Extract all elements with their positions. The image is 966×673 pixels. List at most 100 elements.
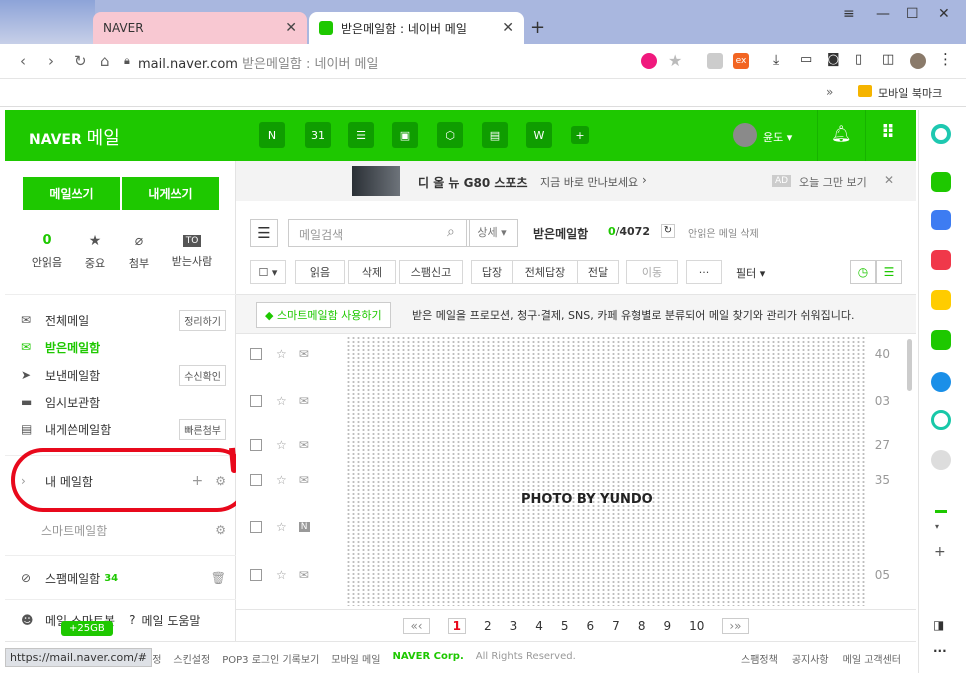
page-link[interactable]: 5 xyxy=(561,619,569,633)
bell-icon[interactable]: 🔔︎ xyxy=(831,124,851,143)
organize-button[interactable]: 정리하기 xyxy=(179,309,226,331)
next-page-icon[interactable]: ›» xyxy=(722,617,749,634)
star-icon[interactable]: ☆ xyxy=(276,473,287,487)
more-icon[interactable]: ··· xyxy=(933,644,947,658)
folder-inbox[interactable]: ✉ 받은메일함 xyxy=(21,334,226,360)
scrollbar[interactable] xyxy=(907,339,912,391)
ad-banner[interactable]: 디 올 뉴 G80 스포츠 지금 바로 만나보세요 › AD 오늘 그만 보기 … xyxy=(236,161,916,201)
write-mail-button[interactable]: 메일쓰기 xyxy=(23,177,120,210)
user-avatar[interactable] xyxy=(733,123,757,147)
close-icon[interactable]: ✕ xyxy=(285,20,297,36)
page-link[interactable]: 4 xyxy=(535,619,543,633)
write-self-button[interactable]: 내게쓰기 xyxy=(122,177,219,210)
row-checkbox[interactable] xyxy=(250,521,262,533)
back-icon[interactable]: ‹ xyxy=(20,52,26,70)
detail-search-button[interactable]: 상세 ▾ xyxy=(466,219,518,247)
footer-link[interactable]: 스팸정책 xyxy=(741,651,778,666)
search-input[interactable]: 메일검색 ⌕ xyxy=(288,219,470,247)
spam-report-button[interactable]: 스팸신고 xyxy=(399,260,463,284)
sidebar-app-icon[interactable] xyxy=(931,250,951,270)
download-icon[interactable]: ⤓ xyxy=(773,52,779,68)
page-link[interactable]: 8 xyxy=(638,619,646,633)
page-link[interactable]: 2 xyxy=(484,619,492,633)
more-button[interactable]: ··· xyxy=(686,260,722,284)
list-view-icon[interactable]: ☰ xyxy=(876,260,902,284)
sidebar-app-icon[interactable] xyxy=(931,172,951,192)
menu-icon[interactable]: ⋮ xyxy=(938,50,953,68)
extension-icon[interactable] xyxy=(707,53,723,69)
row-checkbox[interactable] xyxy=(250,569,262,581)
app-mail-icon[interactable]: N xyxy=(259,122,285,148)
grid-menu-icon[interactable]: ⠿ xyxy=(881,122,895,143)
sidebar-app-icon[interactable] xyxy=(931,330,951,350)
reply-all-button[interactable]: 전체답장 xyxy=(512,260,578,284)
folder-drafts[interactable]: ▬ 임시보관함 xyxy=(21,389,226,415)
new-tab-button[interactable]: + xyxy=(530,17,545,38)
app-more-icon[interactable]: + xyxy=(571,126,589,144)
ad-hide-today[interactable]: 오늘 그만 보기 xyxy=(799,174,867,190)
quick-important[interactable]: ★ 중요 xyxy=(72,233,118,271)
star-icon[interactable]: ★ xyxy=(668,51,682,70)
trash-icon[interactable]: 🗑︎ xyxy=(211,571,226,585)
reader-icon[interactable]: ▯ xyxy=(855,52,862,67)
naver-mail-logo[interactable]: NAVER 메일 xyxy=(29,124,120,150)
first-page-icon[interactable]: «‹ xyxy=(403,617,430,634)
filter-button[interactable]: 필터 ▾ xyxy=(736,265,765,281)
quick-to[interactable]: TO 받는사람 xyxy=(169,233,215,269)
sidebar-app-icon[interactable] xyxy=(931,372,951,392)
page-link[interactable]: 10 xyxy=(689,619,704,633)
app-box-icon[interactable]: ⬡ xyxy=(437,122,463,148)
footer-link[interactable]: 메일 고객센터 xyxy=(843,651,901,666)
star-icon[interactable]: ☆ xyxy=(276,568,287,582)
forward-button[interactable]: 전달 xyxy=(577,260,619,284)
page-link[interactable]: 7 xyxy=(612,619,620,633)
tab-mail[interactable]: 받은메일함 : 네이버 메일 ✕ xyxy=(309,12,524,44)
quick-unread[interactable]: 0 안읽음 xyxy=(24,233,70,270)
menu-icon[interactable]: ☰ xyxy=(250,219,278,247)
move-button[interactable]: 이동 xyxy=(626,260,678,284)
user-name[interactable]: 윤도 ▾ xyxy=(763,129,792,145)
quick-attach[interactable]: ⌀ 첨부 xyxy=(116,233,162,271)
folder-spam[interactable]: ⊘ 스팸메일함 34 🗑︎ xyxy=(21,565,226,591)
bookmark-mobile[interactable]: 모바일 북마크 xyxy=(878,85,942,101)
row-checkbox[interactable] xyxy=(250,348,262,360)
star-icon[interactable]: ☆ xyxy=(276,394,287,408)
sidebar-app-icon[interactable] xyxy=(931,450,951,470)
window-close-button[interactable]: ✕ xyxy=(938,6,950,22)
pocket-icon[interactable] xyxy=(641,53,657,69)
row-checkbox[interactable] xyxy=(250,439,262,451)
search-icon[interactable]: ⌕ xyxy=(447,224,455,240)
sidebar-icon[interactable]: ◫ xyxy=(882,52,894,67)
folder-sent[interactable]: ➤ 보낸메일함 수신확인 xyxy=(21,362,226,388)
chevron-down-icon[interactable]: ▾ xyxy=(935,522,939,531)
camera-icon[interactable]: ◙ xyxy=(827,52,840,67)
video-icon[interactable]: ▭ xyxy=(800,52,812,67)
row-checkbox[interactable] xyxy=(250,395,262,407)
app-calendar-icon[interactable]: 31 xyxy=(305,122,331,148)
minimize-button[interactable]: — xyxy=(876,6,890,22)
star-icon[interactable]: ☆ xyxy=(276,520,287,534)
app-works-icon[interactable]: W xyxy=(526,122,552,148)
home-icon[interactable]: ⌂ xyxy=(100,52,110,70)
folder-all[interactable]: ✉ 전체메일 정리하기 xyxy=(21,307,226,333)
star-icon[interactable]: ☆ xyxy=(276,347,287,361)
url-field[interactable]: mail.naver.com 받은메일함 : 네이버 메일 xyxy=(138,53,378,72)
read-receipt-button[interactable]: 수신확인 xyxy=(179,364,226,386)
panel-toggle-icon[interactable]: ◨ xyxy=(933,618,944,632)
clock-icon[interactable]: ◷ xyxy=(850,260,876,284)
star-icon[interactable]: ☆ xyxy=(276,438,287,452)
close-icon[interactable]: ✕ xyxy=(502,20,514,36)
delete-button[interactable]: 삭제 xyxy=(348,260,396,284)
footer-link[interactable]: 스킨설정 xyxy=(173,651,210,666)
more-bookmarks-icon[interactable]: » xyxy=(826,85,833,99)
add-icon[interactable]: + xyxy=(934,544,946,560)
app-contacts-icon[interactable]: ▣ xyxy=(392,122,418,148)
delete-unread-link[interactable]: 안읽은 메일 삭제 xyxy=(688,225,759,240)
sidebar-app-icon[interactable] xyxy=(931,210,951,230)
footer-link[interactable]: POP3 로그인 기록보기 xyxy=(222,651,319,666)
reply-button[interactable]: 답장 xyxy=(471,260,513,284)
close-icon[interactable]: ✕ xyxy=(884,173,894,187)
folder-self[interactable]: ▤ 내게쓴메일함 빠른첨부 xyxy=(21,416,226,442)
app-memo-icon[interactable]: ▤ xyxy=(482,122,508,148)
tab-naver[interactable]: NAVER ✕ xyxy=(93,12,307,44)
